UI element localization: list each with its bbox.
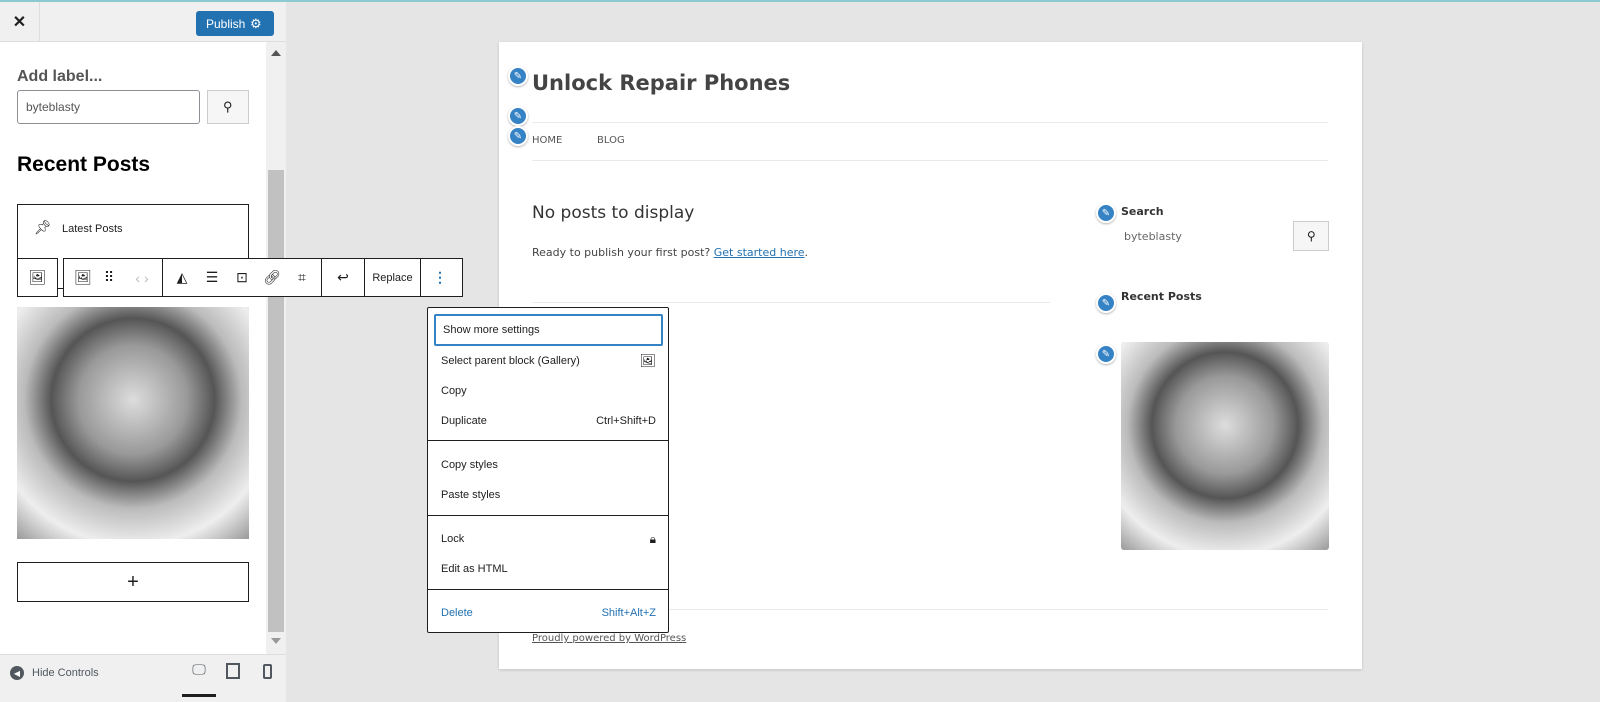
- menu-label: Show more settings: [443, 324, 540, 336]
- footer-controls: ◀ Hide Controls 🖵︎: [0, 654, 286, 702]
- menu-label: Duplicate: [441, 415, 487, 427]
- publish-label: Publish: [206, 16, 246, 31]
- publish-button[interactable]: Publish ⚙: [196, 11, 274, 36]
- gear-icon[interactable]: ⚙: [250, 16, 262, 32]
- menu-label: Copy: [441, 385, 467, 397]
- recent-posts-widget-heading: Recent Posts: [1121, 290, 1202, 303]
- latest-posts-label: Latest Posts: [62, 223, 123, 235]
- preview-search-button[interactable]: ⚲: [1293, 221, 1329, 251]
- edit-pencil-icon[interactable]: ✎: [508, 126, 528, 146]
- close-button[interactable]: ✕: [0, 2, 40, 42]
- lock-icon: 🔒︎: [649, 531, 656, 546]
- gallery-parent-icon[interactable]: 🖼︎: [18, 259, 57, 296]
- footer-credit-link[interactable]: Proudly powered by WordPress: [532, 633, 686, 644]
- ready-text: Ready to publish your first post? Get st…: [532, 246, 808, 259]
- scroll-down-icon[interactable]: [271, 638, 281, 644]
- sidebar-header: ✕ Publish ⚙: [0, 2, 286, 42]
- align-icon[interactable]: ☰: [199, 259, 225, 296]
- search-button[interactable]: ⚲: [207, 90, 249, 124]
- menu-item-delete[interactable]: Delete Shift+Alt+Z: [434, 598, 663, 628]
- search-widget-heading: Search: [1121, 205, 1164, 218]
- menu-label: Copy styles: [441, 459, 498, 471]
- collapse-icon: ◀: [10, 666, 24, 680]
- menu-shortcut: Ctrl+Shift+D: [596, 415, 656, 427]
- ready-label: Ready to publish your first post?: [532, 246, 711, 259]
- no-posts-heading: No posts to display: [532, 203, 695, 223]
- menu-item-show-more-settings[interactable]: Show more settings: [434, 314, 663, 346]
- edit-pencil-icon[interactable]: ✎: [1096, 344, 1116, 364]
- watch-image[interactable]: [1121, 342, 1329, 550]
- nav-home[interactable]: HOME: [532, 135, 562, 146]
- edit-pencil-icon[interactable]: ✎: [1096, 203, 1116, 223]
- preview-search-input[interactable]: byteblasty: [1124, 230, 1182, 243]
- select-parent-toolbar: 🖼︎: [17, 258, 58, 297]
- menu-item-copy-styles[interactable]: Copy styles: [434, 450, 663, 480]
- more-options-icon[interactable]: ⋮: [421, 259, 459, 296]
- scroll-up-icon[interactable]: [271, 50, 281, 56]
- menu-item-paste-styles[interactable]: Paste styles: [434, 480, 663, 510]
- menu-label: Delete: [441, 607, 473, 619]
- drag-handle-icon[interactable]: ⠿: [96, 259, 122, 296]
- customizer-sidebar: ✕ Publish ⚙ Add label... byteblasty ⚲ Re…: [0, 2, 286, 702]
- tablet-preview-button[interactable]: [226, 663, 240, 679]
- search-input[interactable]: byteblasty: [17, 90, 200, 124]
- menu-label: Edit as HTML: [441, 563, 508, 575]
- menu-item-lock[interactable]: Lock 🔒︎: [434, 524, 663, 554]
- scrollbar-thumb[interactable]: [268, 170, 284, 632]
- hide-controls-button[interactable]: ◀ Hide Controls: [10, 666, 99, 680]
- edit-pencil-icon[interactable]: ✎: [508, 106, 528, 126]
- block-toolbar: 🖼︎ ⠿ ‹ › ◭ ☰ ⊡ 🔗︎ ⌗ ↩ Replace ⋮: [63, 258, 463, 297]
- search-icon: ⚲: [223, 99, 233, 114]
- recent-posts-heading[interactable]: Recent Posts: [17, 153, 150, 177]
- crop-icon[interactable]: ⌗: [289, 259, 315, 296]
- menu-shortcut: Shift+Alt+Z: [601, 607, 656, 619]
- nav-blog[interactable]: BLOG: [597, 135, 625, 146]
- pin-icon: 📌︎: [34, 219, 52, 235]
- edit-pencil-icon[interactable]: ✎: [1096, 293, 1116, 313]
- caption-icon[interactable]: ⊡: [229, 259, 255, 296]
- search-block-label[interactable]: Add label...: [17, 68, 102, 86]
- add-block-button[interactable]: +: [17, 562, 249, 602]
- link-icon[interactable]: 🔗︎: [259, 259, 285, 296]
- desktop-preview-button[interactable]: 🖵︎: [182, 661, 216, 697]
- menu-item-duplicate[interactable]: Duplicate Ctrl+Shift+D: [434, 406, 663, 436]
- block-options-menu: Show more settings Select parent block (…: [427, 307, 669, 633]
- duotone-icon[interactable]: ◭: [169, 259, 195, 296]
- menu-item-copy[interactable]: Copy: [434, 376, 663, 406]
- edit-pencil-icon[interactable]: ✎: [508, 66, 528, 86]
- menu-item-edit-html[interactable]: Edit as HTML: [434, 554, 663, 584]
- desktop-icon: 🖵︎: [192, 661, 206, 677]
- search-icon: ⚲: [1306, 229, 1316, 243]
- move-arrows-icon[interactable]: ‹ ›: [122, 259, 162, 296]
- image-icon[interactable]: 🖼︎: [70, 259, 96, 296]
- hide-controls-label: Hide Controls: [32, 667, 99, 679]
- transform-icon[interactable]: ↩: [322, 259, 364, 296]
- get-started-link[interactable]: Get started here: [714, 246, 805, 259]
- site-title[interactable]: Unlock Repair Phones: [532, 71, 790, 95]
- menu-label: Select parent block (Gallery): [441, 355, 580, 367]
- watch-image[interactable]: [17, 307, 249, 539]
- mobile-preview-button[interactable]: [263, 664, 272, 679]
- menu-label: Lock: [441, 533, 465, 545]
- gallery-icon: 🖼︎: [639, 353, 656, 368]
- menu-item-select-parent[interactable]: Select parent block (Gallery) 🖼︎: [434, 346, 663, 376]
- menu-label: Paste styles: [441, 489, 501, 501]
- period: .: [804, 246, 809, 259]
- replace-button[interactable]: Replace: [365, 259, 420, 296]
